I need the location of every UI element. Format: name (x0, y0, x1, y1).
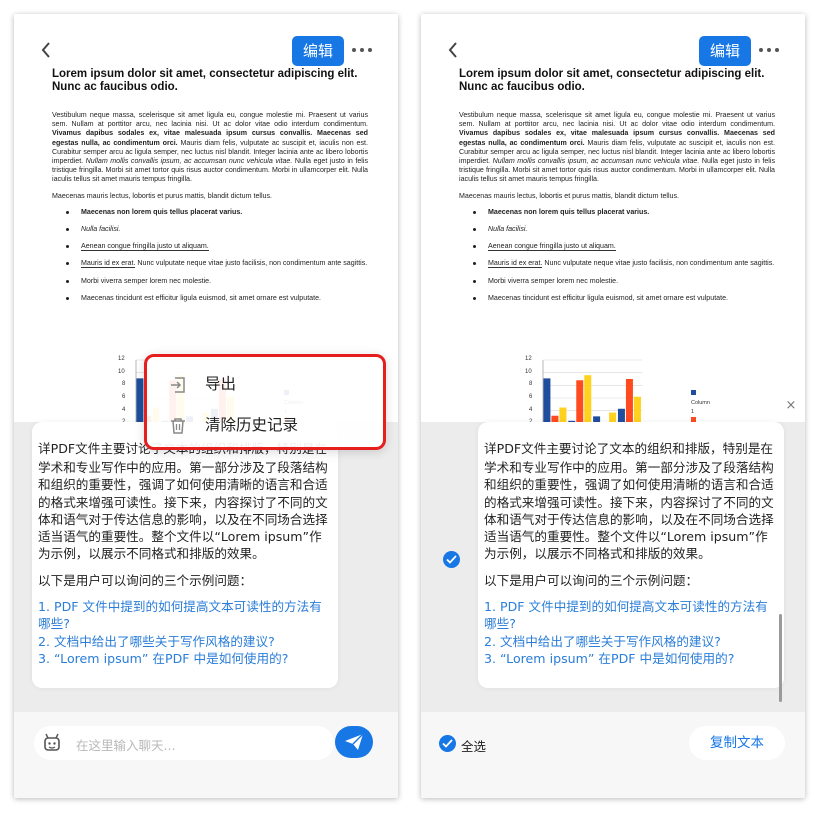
bot-icon (44, 733, 60, 751)
more-dots-icon[interactable] (352, 48, 374, 54)
bullet-item: Maecenas tincidunt est efficitur ligula … (81, 293, 321, 302)
legend-entry: Column 1 (691, 390, 710, 417)
suggested-question[interactable]: 1. PDF 文件中提到的如何提高文本可读性的方法有哪些? (38, 598, 334, 633)
chat-panel: 详PDF文件主要讨论了文本的组织和排版，特别是在 学术和专业写作中的应用。第一部… (421, 422, 805, 722)
more-dots-icon[interactable] (759, 48, 781, 54)
bullet-item: Morbi viverra semper lorem nec molestie. (488, 276, 619, 285)
select-all-label[interactable]: 全选 (461, 736, 486, 755)
suggested-question[interactable]: 2. 文档中给出了哪些关于写作风格的建议? (38, 633, 334, 650)
answer-clipped-line: 详PDF文件主要讨论了文本的组织和排版，特别是在 (484, 441, 774, 456)
bullet-item: Nulla facilisi. (81, 225, 121, 234)
check-icon (442, 739, 453, 748)
pdf-preview: Lorem ipsum dolor sit amet, consectetur … (421, 66, 805, 436)
phone-screen-chat: 编辑 Lorem ipsum dolor sit amet, consectet… (14, 14, 398, 798)
bullet-link: Mauris id ex erat. (81, 259, 136, 269)
suggested-question[interactable]: 2. 文档中给出了哪些关于写作风格的建议? (484, 633, 780, 650)
chat-placeholder: 在这里输入聊天... (76, 738, 176, 753)
doc-text: Vestibulum neque massa, scelerisque sit … (459, 111, 775, 129)
legend-swatch (691, 390, 696, 395)
close-icon[interactable]: × (781, 396, 801, 416)
menu-item-clear-history[interactable]: 清除历史记录 (169, 410, 369, 440)
send-icon (345, 733, 364, 750)
y-tick-label: 10 (118, 368, 125, 375)
suggested-question[interactable]: 3. “Lorem ipsum” 在PDF 中是如何使用的? (484, 650, 780, 667)
bullet-item: Nulla facilisi. (488, 225, 528, 234)
copy-text-button[interactable]: 复制文本 (689, 726, 785, 760)
y-tick-label: 12 (118, 356, 125, 362)
doc-bullet-list: Maecenas non lorem quis tellus placerat … (52, 208, 368, 303)
y-tick-label: 12 (525, 356, 532, 362)
y-tick-label: 4 (529, 406, 533, 413)
check-icon (446, 555, 457, 564)
answer-intro: 以下是用户可以询问的三个示例问题： (484, 572, 699, 588)
answer-paragraph: 学术和专业写作中的应用。第一部分涉及了段落结构和组织的重要性，强调了如何使用清晰… (38, 460, 328, 562)
selection-bar: 全选 复制文本 (421, 712, 805, 798)
scrollbar[interactable] (779, 614, 782, 702)
phone-screen-select: 编辑 Lorem ipsum dolor sit amet, consectet… (421, 14, 805, 798)
trash-icon (171, 418, 185, 434)
doc-text: Maecenas mauris lectus, lobortis et puru… (459, 191, 679, 200)
bullet-item: Maecenas non lorem quis tellus placerat … (488, 207, 650, 216)
chat-panel: 详PDF文件主要讨论了文本的组织和排版，特别是在 学术和专业写作中的应用。第一部… (14, 422, 398, 722)
doc-title: Lorem ipsum dolor sit amet, consectetur … (459, 68, 765, 93)
bullet-link: Mauris id ex erat. (488, 259, 543, 269)
doc-text: Maecenas mauris lectus, lobortis et puru… (52, 191, 272, 200)
chat-input-bar: 在这里输入聊天... (14, 712, 398, 798)
y-tick-label: 4 (122, 406, 126, 413)
menu-label: 导出 (205, 375, 237, 393)
chat-input[interactable]: 在这里输入聊天... (34, 726, 334, 760)
y-tick-label: 6 (122, 394, 126, 400)
message-check-icon[interactable] (443, 551, 460, 568)
bullet-item: Nunc vulputate neque vitae justo facilis… (542, 259, 775, 268)
y-tick-label: 10 (525, 368, 532, 375)
bullet-item: Maecenas tincidunt est efficitur ligula … (488, 293, 728, 302)
doc-text: Vestibulum neque massa, scelerisque sit … (52, 111, 368, 129)
menu-label: 清除历史记录 (205, 416, 299, 434)
chevron-left-icon[interactable] (445, 40, 461, 60)
doc-bullet-list: Maecenas non lorem quis tellus placerat … (459, 208, 775, 303)
bullet-item: Aenean congue fringilla justo ut aliquam… (81, 242, 209, 252)
answer-card[interactable]: 详PDF文件主要讨论了文本的组织和排版，特别是在 学术和专业写作中的应用。第一部… (478, 422, 784, 688)
edit-button[interactable]: 编辑 (699, 36, 751, 66)
doc-body: Vestibulum neque massa, scelerisque sit … (459, 111, 775, 311)
answer-intro: 以下是用户可以询问的三个示例问题： (38, 572, 253, 588)
doc-title: Lorem ipsum dolor sit amet, consectetur … (52, 68, 358, 93)
suggested-question[interactable]: 3. “Lorem ipsum” 在PDF 中是如何使用的? (38, 650, 334, 667)
export-icon (171, 377, 185, 393)
legend-label: Column 1 (691, 400, 710, 415)
bullet-item: Maecenas non lorem quis tellus placerat … (81, 207, 243, 216)
menu-item-export[interactable]: 导出 (169, 369, 369, 399)
send-button[interactable] (335, 726, 373, 758)
y-tick-label: 8 (122, 381, 126, 388)
y-tick-label: 6 (529, 394, 533, 400)
answer-paragraph: 学术和专业写作中的应用。第一部分涉及了段落结构和组织的重要性，强调了如何使用清晰… (484, 460, 774, 562)
select-all-check-icon[interactable] (439, 735, 456, 752)
doc-italic-text: Nullam mollis convallis ipsum, ac accums… (492, 157, 700, 166)
y-tick-label: 8 (529, 381, 533, 388)
answer-card: 详PDF文件主要讨论了文本的组织和排版，特别是在 学术和专业写作中的应用。第一部… (32, 422, 338, 688)
doc-italic-text: Nullam mollis convallis ipsum, ac accums… (85, 157, 293, 166)
context-menu: 导出 清除历史记录 (144, 354, 386, 450)
chevron-left-icon[interactable] (38, 40, 54, 60)
doc-body: Vestibulum neque massa, scelerisque sit … (52, 111, 368, 311)
suggested-question[interactable]: 1. PDF 文件中提到的如何提高文本可读性的方法有哪些? (484, 598, 780, 633)
bullet-item: Nunc vulputate neque vitae justo facilis… (135, 259, 368, 268)
bullet-item: Aenean congue fringilla justo ut aliquam… (488, 242, 616, 252)
edit-button[interactable]: 编辑 (292, 36, 344, 66)
bullet-item: Morbi viverra semper lorem nec molestie. (81, 276, 212, 285)
